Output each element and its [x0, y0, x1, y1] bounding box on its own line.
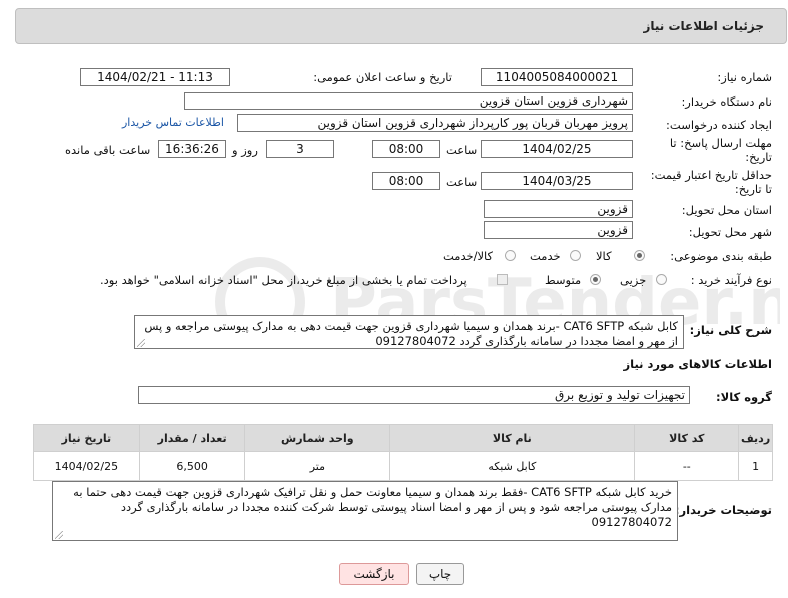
- category-option-service: خدمت: [530, 249, 561, 263]
- print-button[interactable]: چاپ: [416, 563, 464, 585]
- process-option-minor: جزیی: [620, 273, 647, 287]
- column-header-unit: واحد شمارش: [244, 424, 391, 452]
- page-header: جزئیات اطلاعات نیاز: [15, 8, 787, 44]
- column-header-date: تاریخ نیاز: [33, 424, 140, 452]
- back-button[interactable]: بازگشت: [339, 563, 409, 585]
- need-number-label: شماره نیاز:: [717, 70, 772, 84]
- days-remaining-field: 3: [266, 140, 334, 158]
- deadline-label-2: تاریخ:: [745, 150, 772, 164]
- city-label: شهر محل تحویل:: [688, 225, 772, 239]
- table-row: 1 -- کابل شبکه متر 6,500 1404/02/25: [33, 451, 773, 481]
- goods-group-label: گروه کالا:: [716, 390, 772, 404]
- buyer-notes-textarea[interactable]: خرید کابل شبکه CAT6 SFTP -فقط برند همدان…: [52, 481, 678, 541]
- requester-label: ایجاد کننده درخواست:: [666, 118, 772, 132]
- city-field: قزوین: [484, 221, 633, 239]
- province-field: قزوین: [484, 200, 633, 218]
- validity-date-field: 1404/03/25: [481, 172, 633, 190]
- category-radio-service[interactable]: [570, 250, 581, 261]
- need-number-field: 1104005084000021: [481, 68, 633, 86]
- buyer-contact-link[interactable]: اطلاعات تماس خریدار: [122, 116, 224, 129]
- cell-row: 1: [738, 451, 773, 481]
- cell-date: 1404/02/25: [33, 451, 140, 481]
- column-header-qty: تعداد / مقدار: [138, 424, 246, 452]
- category-option-goods-service: کالا/خدمت: [443, 249, 494, 263]
- deadline-time-label: ساعت: [446, 143, 478, 157]
- goods-table-header: ردیف کد کالا نام کالا واحد شمارش تعداد /…: [33, 424, 773, 452]
- remaining-time-label: ساعت باقی مانده: [65, 143, 151, 157]
- goods-group-field: تجهیزات تولید و توزیع برق: [138, 386, 690, 404]
- buyer-notes-label: توضیحات خریدار:: [674, 503, 772, 517]
- buyer-org-field: شهرداری قزوین استان قزوین: [184, 92, 633, 110]
- requester-field: پرویز مهربان قربان پور کارپرداز شهرداری …: [237, 114, 633, 132]
- goods-table: ردیف کد کالا نام کالا واحد شمارش تعداد /…: [33, 424, 773, 481]
- category-radio-goods[interactable]: [634, 250, 645, 261]
- cell-unit: متر: [244, 451, 391, 481]
- deadline-time-field: 08:00: [372, 140, 440, 158]
- cell-code: --: [634, 451, 740, 481]
- category-label: طبقه بندی موضوعی:: [670, 249, 772, 263]
- column-header-row: ردیف: [738, 424, 773, 452]
- announce-date-field: 1404/02/21 - 11:13: [80, 68, 230, 86]
- column-header-code: کد کالا: [634, 424, 740, 452]
- resize-grip-icon[interactable]: [137, 339, 145, 347]
- process-type-label: نوع فرآیند خرید :: [690, 273, 772, 287]
- province-label: استان محل تحویل:: [681, 203, 772, 217]
- validity-label-2: تا تاریخ:: [734, 182, 772, 196]
- process-radio-medium[interactable]: [590, 274, 601, 285]
- deadline-date-field: 1404/02/25: [481, 140, 633, 158]
- validity-label: حداقل تاریخ اعتبار قیمت:: [650, 168, 772, 182]
- deadline-label: مهلت ارسال پاسخ: تا: [669, 136, 772, 150]
- resize-grip-icon[interactable]: [55, 531, 63, 539]
- announce-date-label: تاریخ و ساعت اعلان عمومی:: [313, 70, 452, 84]
- category-radio-goods-service[interactable]: [505, 250, 516, 261]
- process-radio-minor[interactable]: [656, 274, 667, 285]
- goods-section-title: اطلاعات کالاهای مورد نیاز: [623, 357, 772, 371]
- cell-qty: 6,500: [138, 451, 246, 481]
- description-label: شرح کلی نیاز:: [689, 323, 772, 337]
- buyer-org-label: نام دستگاه خریدار:: [681, 95, 772, 109]
- treasury-payment-note: پرداخت تمام یا بخشی از مبلغ خرید،از محل …: [100, 273, 467, 287]
- column-header-name: نام کالا: [389, 424, 636, 452]
- remaining-time-field: 16:36:26: [158, 140, 226, 158]
- process-option-medium: متوسط: [545, 273, 582, 287]
- page-title: جزئیات اطلاعات نیاز: [643, 19, 764, 33]
- treasury-payment-checkbox[interactable]: [497, 274, 508, 285]
- description-text: کابل شبکه CAT6 SFTP -برند همدان و سیمیا …: [144, 319, 678, 348]
- buyer-notes-text: خرید کابل شبکه CAT6 SFTP -فقط برند همدان…: [73, 485, 672, 529]
- validity-time-label: ساعت: [446, 175, 478, 189]
- cell-name: کابل شبکه: [389, 451, 636, 481]
- description-textarea[interactable]: کابل شبکه CAT6 SFTP -برند همدان و سیمیا …: [134, 315, 684, 349]
- days-label: روز و: [232, 143, 258, 157]
- validity-time-field: 08:00: [372, 172, 440, 190]
- category-option-goods: کالا: [596, 249, 612, 263]
